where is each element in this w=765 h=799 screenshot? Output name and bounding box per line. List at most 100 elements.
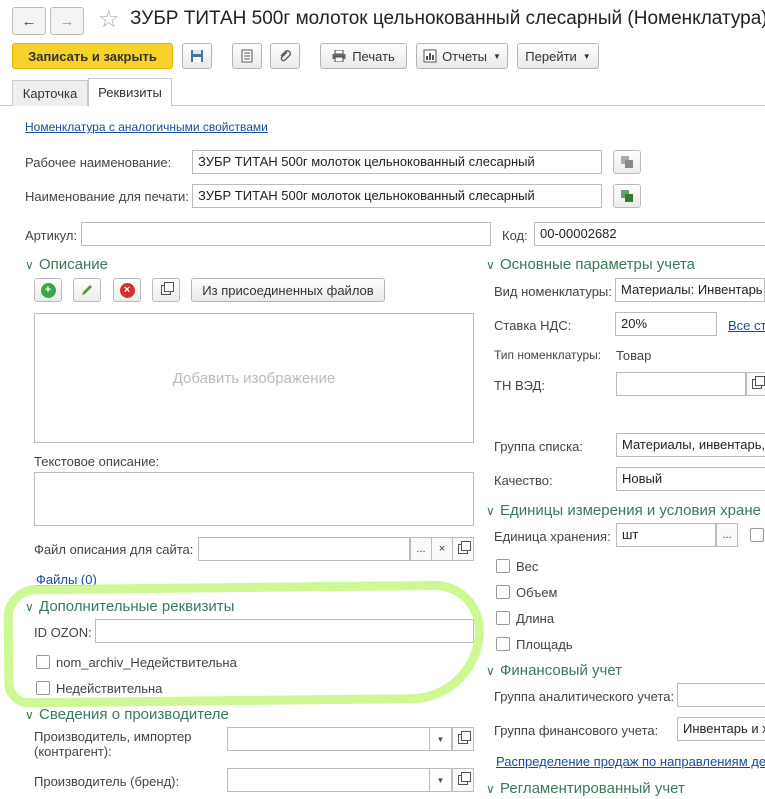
group-input[interactable]: Материалы, инвентарь, [616, 433, 765, 457]
tab-requisites[interactable]: Реквизиты [88, 78, 172, 106]
type-value: Товар [616, 348, 652, 363]
open-window-icon [458, 772, 471, 785]
report-icon [423, 49, 437, 63]
site-file-open-button[interactable] [452, 537, 474, 561]
go-button[interactable]: Перейти ▼ [517, 43, 599, 69]
work-name-input[interactable]: ЗУБР ТИТАН 500г молоток цельнокованный с… [192, 150, 602, 174]
open-image-button[interactable] [152, 278, 180, 302]
document-icon [241, 49, 253, 63]
code-label: Код: [502, 228, 528, 243]
copy-name-button[interactable] [613, 150, 641, 174]
open-window-icon [458, 541, 471, 554]
brand-dropdown[interactable]: ▼ [430, 768, 452, 792]
copy-green-icon [621, 190, 633, 202]
tnved-input[interactable] [616, 372, 746, 396]
importer-dropdown[interactable]: ▼ [430, 727, 452, 751]
brand-input[interactable] [227, 768, 430, 792]
importer-input[interactable] [227, 727, 430, 751]
document-list-button[interactable] [232, 43, 262, 69]
chevron-down-icon: ▼ [436, 734, 445, 744]
attach-button[interactable] [270, 43, 300, 69]
pencil-icon [82, 285, 92, 295]
regulated-section-header[interactable]: ∨ Регламентированный учет [486, 780, 685, 797]
code-input[interactable]: 00-00002682 [534, 222, 765, 246]
arrow-left-icon: ← [21, 12, 37, 30]
edit-image-button[interactable] [73, 278, 101, 302]
vat-label: Ставка НДС: [494, 318, 572, 333]
area-checkbox[interactable] [496, 637, 510, 651]
vat-all-link[interactable]: Все ст [728, 318, 765, 333]
back-button[interactable]: ← [12, 7, 46, 35]
chevron-down-icon: ∨ [486, 504, 495, 518]
tnved-open-button[interactable] [746, 372, 765, 396]
chevron-down-icon: ▼ [582, 51, 591, 61]
importer-open-button[interactable] [452, 727, 474, 751]
delete-image-button[interactable]: × [113, 278, 141, 302]
brand-label: Производитель (бренд): [34, 774, 180, 789]
sales-distribution-link[interactable]: Распределение продаж по направлениям де [496, 754, 765, 769]
volume-checkbox[interactable] [496, 585, 510, 599]
weight-label: Вес [516, 559, 539, 574]
reports-button[interactable]: Отчеты ▼ [416, 43, 508, 69]
open-window-icon [458, 731, 471, 744]
brand-open-button[interactable] [452, 768, 474, 792]
storage-unit-label: Единица хранения: [494, 529, 611, 544]
group-label: Группа списка: [494, 439, 583, 454]
finance-section-header[interactable]: ∨ Финансовый учет [486, 662, 622, 679]
paperclip-icon [280, 50, 291, 62]
chevron-down-icon: ∨ [25, 708, 34, 722]
reports-label: Отчеты [442, 48, 487, 64]
area-label: Площадь [516, 637, 573, 652]
volume-label: Объем [516, 585, 558, 600]
finance-group-label: Группа финансового учета: [494, 723, 659, 738]
forward-button[interactable]: → [50, 7, 84, 35]
save-button[interactable] [182, 43, 212, 69]
similar-items-link[interactable]: Номенклатура с аналогичными свойствами [25, 120, 268, 134]
tab-card[interactable]: Карточка [12, 80, 88, 106]
site-file-clear-button[interactable]: × [431, 537, 453, 561]
print-name-input[interactable]: ЗУБР ТИТАН 500г молоток цельнокованный с… [192, 184, 602, 208]
type-label: Тип номенклатуры: [494, 348, 602, 362]
floppy-icon [191, 50, 203, 62]
add-image-button[interactable]: + [34, 278, 62, 302]
ellipsis-icon: ... [722, 529, 732, 541]
storage-unit-select-button[interactable]: ... [716, 523, 738, 547]
favorite-star-icon[interactable]: ☆ [98, 5, 120, 34]
units-section-header[interactable]: ∨ Единицы измерения и условия хране [486, 502, 761, 519]
chevron-down-icon: ∨ [25, 258, 34, 272]
printer-icon [332, 50, 346, 62]
from-attached-files-button[interactable]: Из присоединенных файлов [191, 278, 385, 302]
storage-unit-checkbox[interactable] [750, 528, 764, 542]
chevron-down-icon: ∨ [486, 258, 495, 272]
vat-input[interactable]: 20% [615, 312, 717, 336]
chevron-down-icon: ∨ [486, 664, 495, 678]
length-checkbox[interactable] [496, 611, 510, 625]
text-description-input[interactable] [34, 472, 474, 526]
importer-label: Производитель, импортер (контрагент): [34, 729, 192, 759]
image-placeholder[interactable]: Добавить изображение [34, 313, 474, 443]
chevron-down-icon: ∨ [486, 782, 495, 796]
weight-checkbox[interactable] [496, 559, 510, 573]
quality-input[interactable]: Новый [616, 467, 765, 491]
description-section-header[interactable]: ∨ Описание [25, 256, 108, 273]
print-button[interactable]: Печать [320, 43, 407, 69]
producer-section-header[interactable]: ∨ Сведения о производителе [25, 706, 229, 723]
print-name-label: Наименование для печати: [25, 189, 189, 204]
accounting-section-header[interactable]: ∨ Основные параметры учета [486, 256, 695, 273]
article-input[interactable] [81, 222, 491, 246]
copy-print-name-button[interactable] [613, 184, 641, 208]
kind-input[interactable]: Материалы: Инвентарь и [615, 278, 765, 302]
finance-group-input[interactable]: Инвентарь и х [677, 717, 765, 741]
site-file-input[interactable] [198, 537, 410, 561]
site-file-select-button[interactable]: ... [410, 537, 432, 561]
length-label: Длина [516, 611, 555, 626]
save-and-close-button[interactable]: Записать и закрыть [12, 43, 173, 69]
storage-unit-input[interactable]: шт [616, 523, 716, 547]
site-file-label: Файл описания для сайта: [34, 542, 194, 557]
analytic-group-input[interactable] [677, 683, 765, 707]
plus-icon: + [40, 282, 56, 298]
print-label: Печать [352, 48, 395, 64]
highlight-annotation [3, 580, 485, 708]
quality-label: Качество: [494, 473, 553, 488]
chevron-down-icon: ▼ [493, 51, 501, 61]
